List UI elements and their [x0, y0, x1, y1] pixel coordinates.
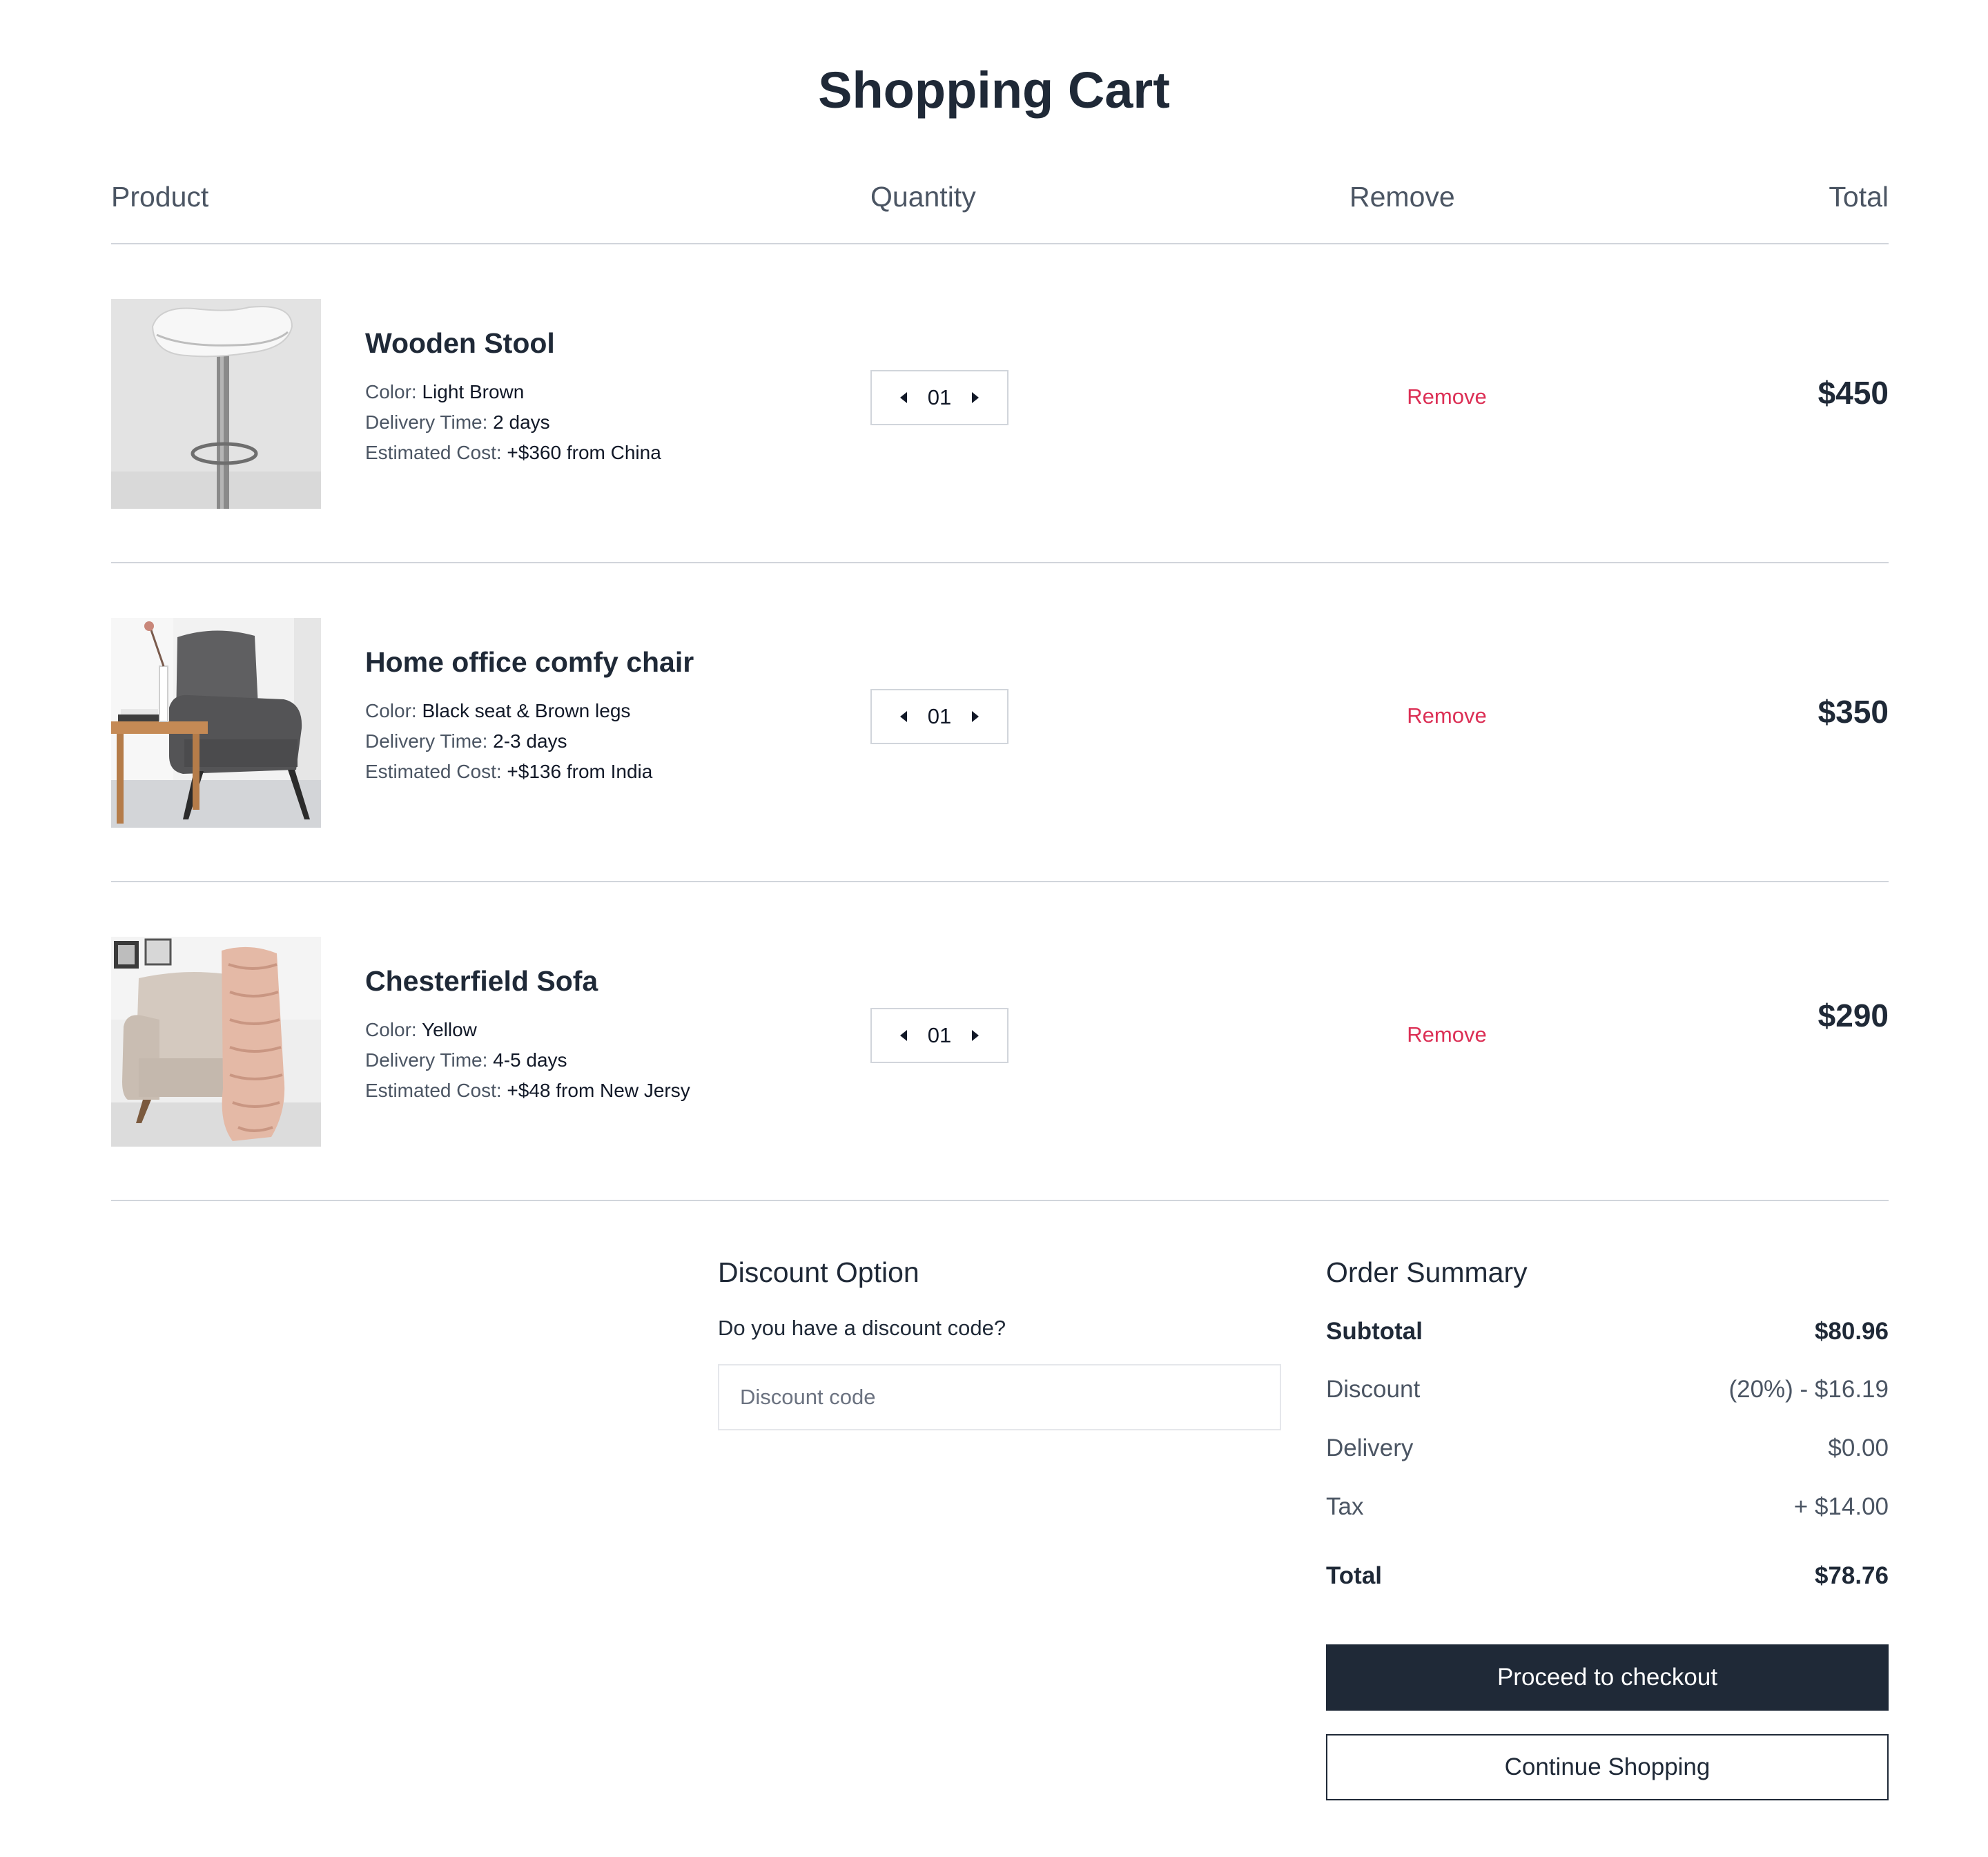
column-header-remove: Remove — [1349, 181, 1455, 213]
remove-button[interactable]: Remove — [1361, 1022, 1533, 1047]
cart-item-row: Home office comfy chair Color: Black sea… — [111, 562, 1889, 881]
item-price: $450 — [1818, 375, 1889, 411]
delivery-label: Delivery Time: — [365, 730, 488, 752]
product-name[interactable]: Wooden Stool — [365, 327, 555, 360]
delivery-value: 4-5 days — [493, 1049, 567, 1071]
cost-value: +$48 from New Jersy — [507, 1080, 690, 1101]
cart-item-row: Wooden Stool Color: Light Brown Delivery… — [111, 243, 1889, 562]
product-color: Color: Light Brown — [365, 381, 524, 403]
product-name[interactable]: Home office comfy chair — [365, 646, 694, 679]
quantity-value[interactable]: 01 — [928, 1023, 951, 1048]
cost-label: Estimated Cost: — [365, 1080, 502, 1101]
item-price: $290 — [1818, 998, 1889, 1033]
sofa-photo — [111, 937, 321, 1147]
product-image-sofa[interactable] — [111, 937, 321, 1147]
delivery-value: 2 days — [493, 411, 550, 433]
color-value: Yellow — [421, 1019, 477, 1040]
column-header-product: Product — [111, 181, 209, 213]
discount-label: Discount — [1326, 1376, 1421, 1403]
remove-button[interactable]: Remove — [1361, 703, 1533, 728]
order-summary-title: Order Summary — [1326, 1256, 1528, 1288]
product-name[interactable]: Chesterfield Sofa — [365, 965, 598, 998]
caret-left-icon[interactable] — [895, 389, 912, 406]
discount-code-input[interactable] — [718, 1364, 1281, 1430]
caret-right-icon[interactable] — [967, 708, 984, 725]
color-value: Black seat & Brown legs — [422, 700, 631, 721]
summary-total: Total $78.76 — [1326, 1562, 1889, 1590]
delivery-label: Delivery Time: — [365, 1049, 488, 1071]
continue-shopping-button[interactable]: Continue Shopping — [1326, 1734, 1889, 1800]
row-divider — [111, 1200, 1889, 1201]
subtotal-label: Subtotal — [1326, 1318, 1423, 1345]
product-delivery: Delivery Time: 4-5 days — [365, 1049, 567, 1071]
stool-photo — [111, 299, 321, 509]
product-delivery: Delivery Time: 2-3 days — [365, 730, 567, 752]
quantity-stepper: 01 — [870, 1008, 1008, 1063]
caret-left-icon[interactable] — [895, 708, 912, 725]
delivery-label: Delivery Time: — [365, 411, 488, 433]
delivery-value: $0.00 — [1828, 1435, 1889, 1461]
discount-question: Do you have a discount code? — [718, 1316, 1006, 1340]
tax-label: Tax — [1326, 1493, 1364, 1520]
color-label: Color: — [365, 700, 417, 721]
page-title: Shopping Cart — [818, 61, 1170, 119]
caret-right-icon[interactable] — [967, 389, 984, 406]
quantity-stepper: 01 — [870, 370, 1008, 425]
product-estimated-cost: Estimated Cost: +$136 from India — [365, 761, 652, 783]
cost-value: +$136 from India — [507, 761, 653, 782]
discount-title: Discount Option — [718, 1256, 919, 1288]
remove-button[interactable]: Remove — [1361, 385, 1533, 409]
color-label: Color: — [365, 381, 417, 402]
product-image-chair[interactable] — [111, 618, 321, 828]
cost-label: Estimated Cost: — [365, 761, 502, 782]
column-header-total: Total — [1829, 181, 1889, 213]
summary-subtotal: Subtotal $80.96 — [1326, 1318, 1889, 1345]
caret-left-icon[interactable] — [895, 1027, 912, 1044]
summary-delivery: Delivery $0.00 — [1326, 1435, 1889, 1462]
chair-photo — [111, 618, 321, 828]
product-color: Color: Yellow — [365, 1019, 477, 1041]
caret-right-icon[interactable] — [967, 1027, 984, 1044]
column-header-quantity: Quantity — [870, 181, 976, 213]
delivery-value: 2-3 days — [493, 730, 567, 752]
summary-tax: Tax + $14.00 — [1326, 1493, 1889, 1521]
color-label: Color: — [365, 1019, 417, 1040]
cart-item-row: Chesterfield Sofa Color: Yellow Delivery… — [111, 881, 1889, 1200]
subtotal-value: $80.96 — [1814, 1318, 1889, 1345]
product-estimated-cost: Estimated Cost: +$48 from New Jersy — [365, 1080, 690, 1102]
item-price: $350 — [1818, 694, 1889, 730]
quantity-stepper: 01 — [870, 689, 1008, 744]
summary-discount: Discount (20%) - $16.19 — [1326, 1376, 1889, 1403]
cost-label: Estimated Cost: — [365, 442, 502, 463]
total-value: $78.76 — [1814, 1562, 1889, 1589]
product-image-stool[interactable] — [111, 299, 321, 509]
quantity-value[interactable]: 01 — [928, 704, 951, 729]
product-estimated-cost: Estimated Cost: +$360 from China — [365, 442, 661, 464]
color-value: Light Brown — [422, 381, 525, 402]
delivery-label: Delivery — [1326, 1435, 1414, 1461]
discount-value: (20%) - $16.19 — [1728, 1376, 1889, 1403]
quantity-value[interactable]: 01 — [928, 385, 951, 410]
tax-value: + $14.00 — [1793, 1493, 1889, 1520]
product-color: Color: Black seat & Brown legs — [365, 700, 630, 722]
cost-value: +$360 from China — [507, 442, 661, 463]
total-label: Total — [1326, 1562, 1383, 1589]
product-delivery: Delivery Time: 2 days — [365, 411, 550, 434]
proceed-to-checkout-button[interactable]: Proceed to checkout — [1326, 1644, 1889, 1711]
